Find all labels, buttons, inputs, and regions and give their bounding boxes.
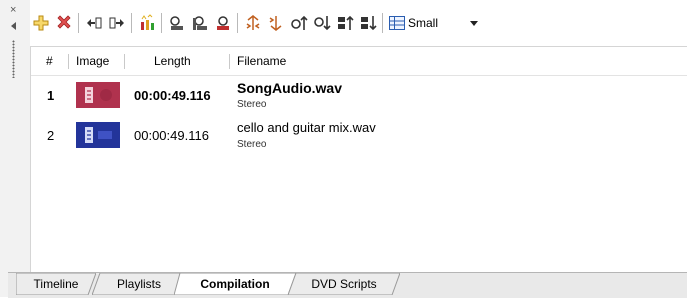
fade-in-icon[interactable] — [242, 12, 263, 34]
remove-icon[interactable] — [53, 12, 74, 34]
props-icon-1[interactable] — [166, 12, 187, 34]
sort-up-icon[interactable] — [334, 12, 355, 34]
move-up-icon[interactable] — [288, 12, 309, 34]
effects-icon[interactable] — [136, 12, 157, 34]
toolbar-separator — [237, 13, 238, 33]
column-divider[interactable] — [68, 54, 69, 69]
close-icon[interactable]: × — [10, 5, 16, 16]
toolbar-separator — [382, 13, 383, 33]
move-right-icon[interactable] — [106, 12, 127, 34]
chevron-down-icon[interactable] — [470, 20, 479, 26]
waveform-thumbnail — [76, 82, 120, 108]
tab-playlists[interactable]: Playlists — [92, 273, 186, 295]
thumbnail-size-dropdown[interactable]: Small — [389, 12, 479, 34]
toolbar-separator — [78, 13, 79, 33]
toolbar-separator — [161, 13, 162, 33]
waveform-thumbnail — [76, 122, 120, 148]
table-row[interactable]: 2 00:00:49.116 cello and guitar mix.wav … — [31, 115, 687, 155]
row-channel-type: Stereo — [237, 99, 267, 110]
tab-label: DVD Scripts — [311, 277, 377, 291]
tab-label: Compilation — [200, 277, 270, 291]
fade-out-icon[interactable] — [265, 12, 286, 34]
tab-dvd-scripts[interactable]: DVD Scripts — [288, 273, 400, 295]
size-select-label: Small — [408, 16, 439, 30]
row-length: 00:00:49.116 — [134, 128, 209, 143]
toolbar: Small — [30, 5, 687, 41]
sort-down-icon[interactable] — [357, 12, 378, 34]
add-icon[interactable] — [30, 12, 51, 34]
column-header-filename[interactable]: Filename — [237, 47, 286, 75]
tab-label: Timeline — [33, 277, 79, 291]
tab-label: Playlists — [116, 277, 161, 291]
row-number: 1 — [47, 88, 55, 103]
props-icon-3[interactable] — [212, 12, 233, 34]
move-left-icon[interactable] — [83, 12, 104, 34]
tab-strip: Timeline Playlists Compilation DVD Scrip… — [8, 272, 687, 298]
column-header-length[interactable]: Length — [154, 47, 191, 75]
toolbar-separator — [131, 13, 132, 33]
row-filename: SongAudio.wav — [237, 80, 342, 96]
row-length: 00:00:49.116 — [134, 88, 211, 103]
list-header: # Image Length Filename — [31, 47, 687, 76]
dock-gutter: × — [0, 0, 30, 297]
compilation-list: # Image Length Filename 1 00:00:49.116 S… — [30, 46, 687, 272]
column-divider[interactable] — [124, 54, 125, 69]
row-number: 2 — [47, 128, 55, 143]
column-header-image[interactable]: Image — [76, 47, 109, 75]
column-divider[interactable] — [229, 54, 230, 69]
tab-compilation[interactable]: Compilation — [174, 273, 296, 295]
row-filename: cello and guitar mix.wav — [237, 120, 376, 135]
row-channel-type: Stereo — [237, 139, 267, 150]
thumbnail-grid-icon — [389, 16, 405, 30]
table-row[interactable]: 1 00:00:49.116 SongAudio.wav Stereo — [31, 75, 687, 115]
props-icon-2[interactable] — [189, 12, 210, 34]
tab-timeline[interactable]: Timeline — [16, 273, 96, 295]
move-down-icon[interactable] — [311, 12, 332, 34]
drag-grip-icon[interactable] — [12, 40, 15, 78]
column-header-num[interactable]: # — [46, 47, 53, 75]
collapse-arrow-icon[interactable] — [11, 22, 16, 30]
